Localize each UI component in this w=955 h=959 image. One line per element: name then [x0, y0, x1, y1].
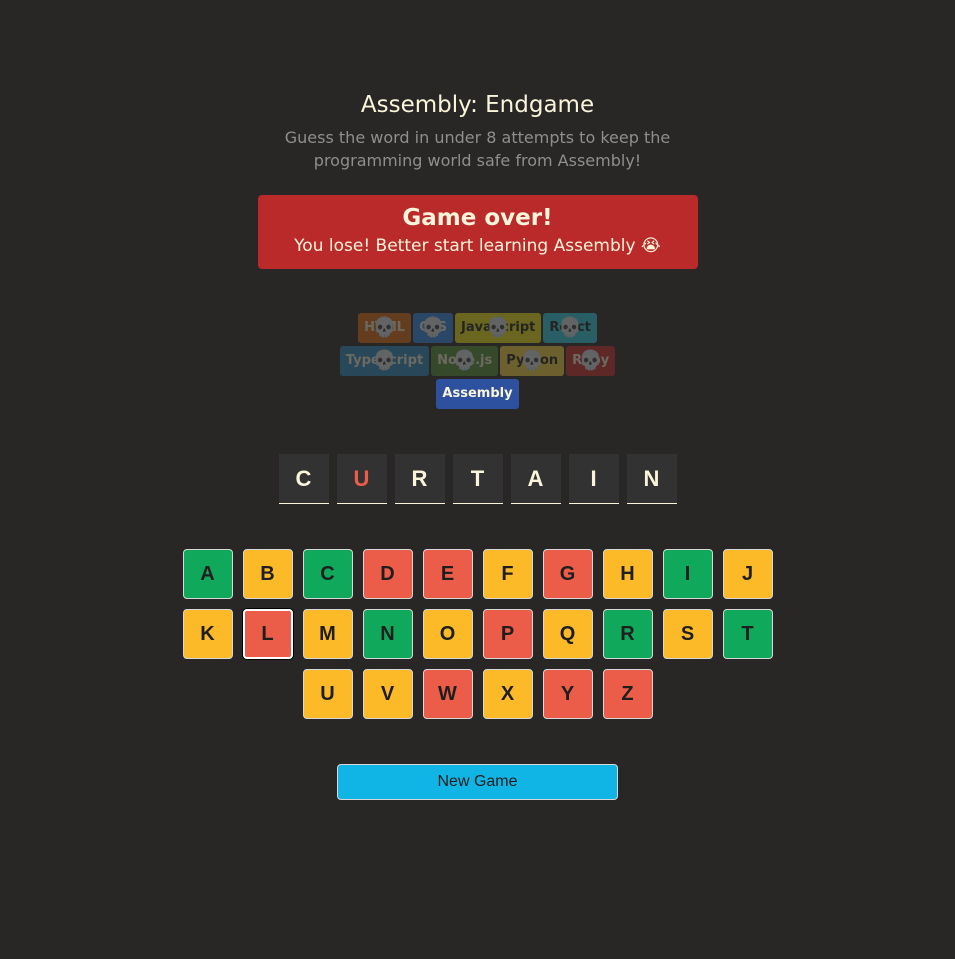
new-game-button[interactable]: New Game: [337, 764, 618, 800]
key-y[interactable]: Y: [542, 669, 593, 719]
key-w[interactable]: W: [422, 669, 473, 719]
language-chip-label: Assembly: [442, 386, 513, 401]
language-chip-python: Python 💀: [500, 346, 565, 376]
key-z[interactable]: Z: [602, 669, 653, 719]
keyboard: ABCDEFGHIJ KLMNOPQRST UVWXYZ: [178, 549, 778, 719]
key-k[interactable]: K: [182, 609, 233, 659]
page-title: Assembly: Endgame: [360, 92, 595, 118]
language-chip-nodejs: Node.js 💀: [431, 346, 499, 376]
key-c[interactable]: C: [302, 549, 353, 599]
key-j[interactable]: J: [722, 549, 773, 599]
language-chip-assembly: Assembly: [436, 379, 519, 409]
status-message: You lose! Better start learning Assembly…: [294, 236, 661, 256]
key-x[interactable]: X: [482, 669, 533, 719]
key-e[interactable]: E: [422, 549, 473, 599]
word-letter: U: [336, 454, 387, 504]
game-header: Assembly: Endgame Guess the word in unde…: [0, 92, 955, 172]
skull-icon: 💀: [578, 349, 603, 372]
key-l[interactable]: L: [242, 609, 293, 659]
language-chip-javascript: JavaScript 💀: [455, 313, 542, 343]
language-chip-css: CSS 💀: [413, 313, 454, 343]
word-letter: N: [626, 454, 677, 504]
language-chip-html: HTML 💀: [358, 313, 412, 343]
key-g[interactable]: G: [542, 549, 593, 599]
key-t[interactable]: T: [722, 609, 773, 659]
key-v[interactable]: V: [362, 669, 413, 719]
word-display: CURTAIN: [0, 454, 955, 504]
skull-icon: 💀: [452, 349, 477, 372]
word-letter: T: [452, 454, 503, 504]
word-letter: R: [394, 454, 445, 504]
key-h[interactable]: H: [602, 549, 653, 599]
word-letter: A: [510, 454, 561, 504]
key-s[interactable]: S: [662, 609, 713, 659]
skull-icon: 💀: [486, 316, 511, 339]
language-chip-ruby: Ruby 💀: [566, 346, 616, 376]
skull-icon: 💀: [520, 349, 545, 372]
language-chip-react: React 💀: [543, 313, 597, 343]
key-i[interactable]: I: [662, 549, 713, 599]
key-q[interactable]: Q: [542, 609, 593, 659]
word-letter: C: [278, 454, 329, 504]
key-u[interactable]: U: [302, 669, 353, 719]
key-f[interactable]: F: [482, 549, 533, 599]
key-r[interactable]: R: [602, 609, 653, 659]
key-p[interactable]: P: [482, 609, 533, 659]
language-chips: HTML 💀 CSS 💀 JavaScript 💀 React 💀 TypeScript 💀 Nod…: [313, 313, 643, 409]
key-a[interactable]: A: [182, 549, 233, 599]
game-status-banner: Game over! You lose! Better start learni…: [257, 195, 698, 269]
skull-icon: 💀: [372, 316, 397, 339]
skull-icon: 💀: [372, 349, 397, 372]
key-b[interactable]: B: [242, 549, 293, 599]
page-subtitle: Guess the word in under 8 attempts to ke…: [284, 128, 671, 170]
key-d[interactable]: D: [362, 549, 413, 599]
word-letter: I: [568, 454, 619, 504]
skull-icon: 💀: [421, 316, 445, 339]
key-n[interactable]: N: [362, 609, 413, 659]
key-o[interactable]: O: [422, 609, 473, 659]
language-chip-typescript: TypeScript 💀: [339, 346, 430, 376]
status-heading: Game over!: [402, 205, 553, 231]
skull-icon: 💀: [558, 316, 582, 339]
key-m[interactable]: M: [302, 609, 353, 659]
